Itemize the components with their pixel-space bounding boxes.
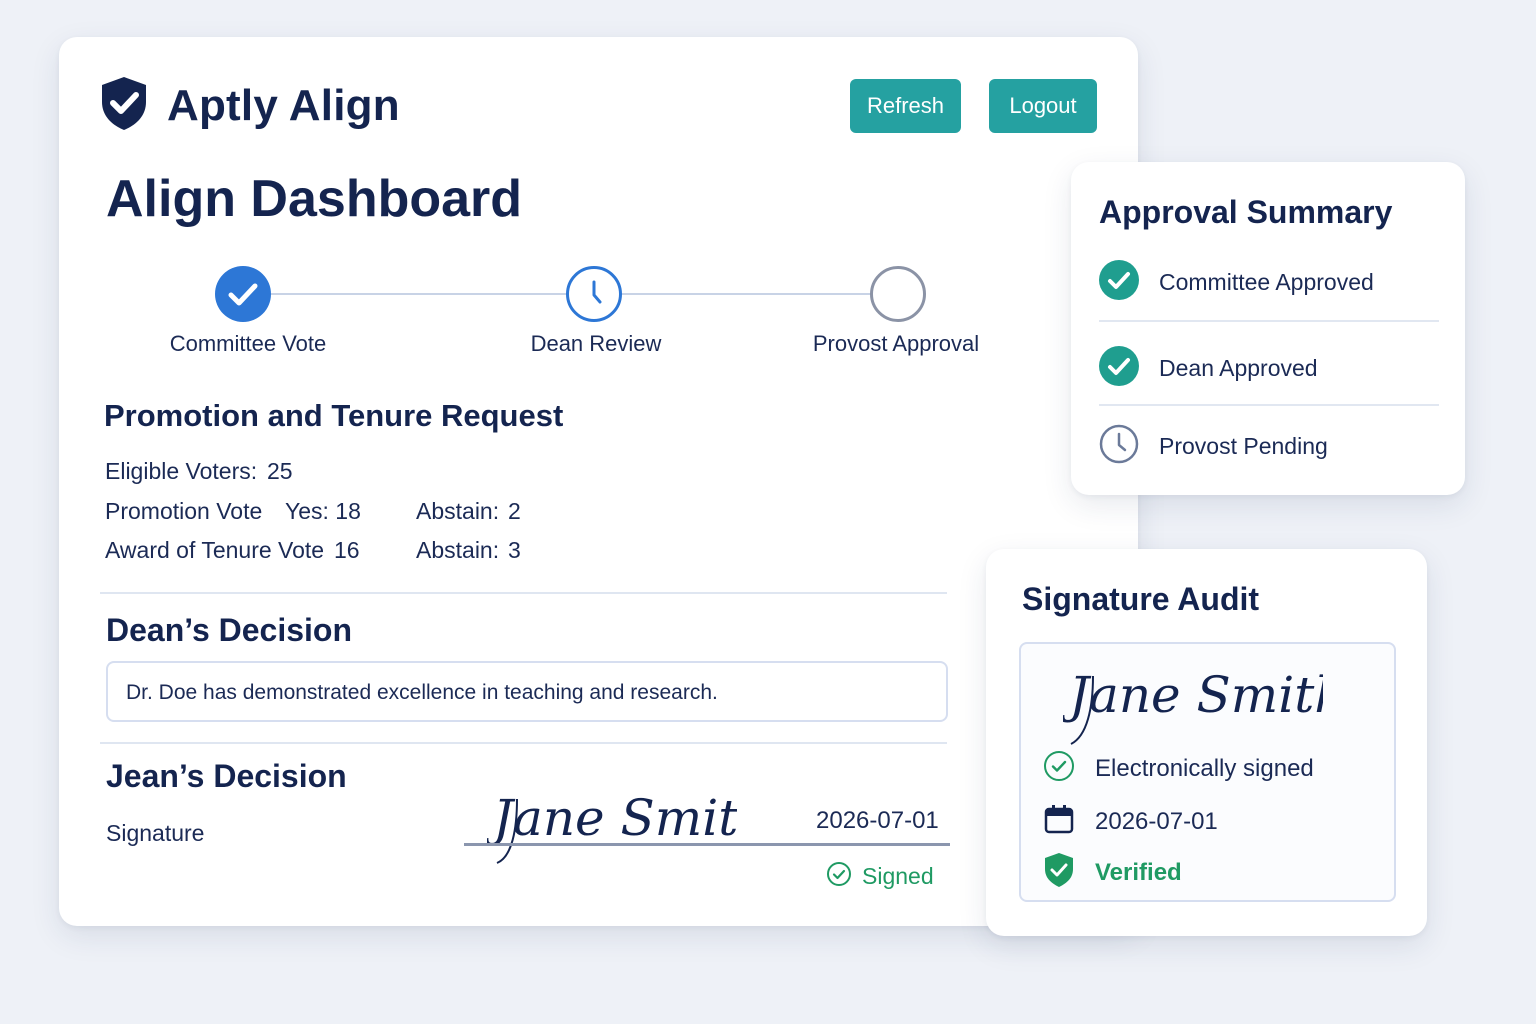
brand: Aptly Align: [99, 75, 400, 136]
jean-decision-title: Jean’s Decision: [106, 758, 347, 794]
signature-text: Jane Smith: [487, 789, 737, 847]
verified-label: Verified: [1095, 858, 1182, 886]
dean-decision-comment[interactable]: Dr. Doe has demonstrated excellence in t…: [106, 661, 948, 722]
audit-handwritten-signature: Jane Smith: [1060, 652, 1347, 757]
audit-signed-row: Electronically signed: [1043, 750, 1314, 787]
signed-status: Signed: [826, 861, 934, 892]
signature-audit-title: Signature Audit: [1022, 581, 1260, 617]
request-title: Promotion and Tenure Request: [104, 398, 564, 433]
step-dean-clock-icon: [566, 266, 622, 322]
divider: [1099, 320, 1439, 322]
tenure-vote-value: 16: [334, 537, 360, 563]
summary-label: Provost Pending: [1159, 433, 1328, 459]
refresh-button[interactable]: Refresh: [850, 79, 961, 133]
stepper-connector: [621, 293, 871, 295]
summary-label: Dean Approved: [1159, 355, 1318, 381]
divider: [1099, 404, 1439, 406]
summary-label: Committee Approved: [1159, 269, 1374, 295]
divider: [100, 742, 947, 744]
step-label-dean: Dean Review: [530, 331, 662, 356]
step-label-provost: Provost Approval: [812, 331, 980, 356]
audit-date-row: 2026-07-01: [1043, 803, 1218, 840]
step-provost-empty-circle-icon: [870, 266, 926, 322]
step-label-committee: Committee Vote: [169, 331, 327, 356]
shield-check-icon: [1043, 852, 1075, 893]
clock-icon: [1099, 424, 1139, 469]
tenure-abstain-value: 3: [508, 537, 521, 563]
summary-item-provost: Provost Pending: [1099, 424, 1328, 469]
tenure-abstain-label: Abstain:: [416, 537, 500, 563]
audit-date: 2026-07-01: [1095, 807, 1218, 835]
page-title: Align Dashboard: [106, 170, 523, 228]
app-name: Aptly Align: [167, 80, 400, 130]
electronically-signed-label: Electronically signed: [1095, 754, 1314, 782]
promotion-vote-label: Promotion Vote: [105, 498, 263, 524]
signature-label: Signature: [106, 820, 205, 846]
promotion-abstain-label: Abstain:: [416, 498, 500, 524]
approval-summary-card: Approval Summary Committee Approved Dean…: [1071, 162, 1465, 495]
summary-item-committee: Committee Approved: [1099, 260, 1374, 305]
shield-check-icon: [99, 75, 149, 136]
divider: [100, 592, 947, 594]
tenure-vote-label: Award of Tenure Vote: [105, 537, 325, 563]
step-committee-check-icon: [215, 266, 271, 322]
handwritten-signature: Jane Smith: [484, 769, 771, 874]
signed-label: Signed: [862, 863, 934, 889]
check-circle-icon: [1099, 346, 1139, 391]
audit-verified-row: Verified: [1043, 852, 1182, 893]
logout-button[interactable]: Logout: [989, 79, 1097, 133]
check-circle-icon: [1043, 750, 1075, 787]
eligible-voters-label: Eligible Voters:: [105, 458, 258, 484]
eligible-voters-value: 25: [267, 458, 293, 484]
signature-line: [464, 843, 950, 846]
check-circle-icon: [1099, 260, 1139, 305]
promotion-abstain-value: 2: [508, 498, 521, 524]
signature-audit-panel: Jane Smith Electronically signed 2026-07…: [1019, 642, 1396, 902]
summary-item-dean: Dean Approved: [1099, 346, 1318, 391]
approval-summary-title: Approval Summary: [1099, 194, 1393, 230]
calendar-icon: [1043, 803, 1075, 840]
signature-date: 2026-07-01: [816, 807, 939, 834]
dean-decision-title: Dean’s Decision: [106, 612, 353, 648]
promotion-yes-value: Yes: 18: [285, 498, 361, 524]
stepper-connector: [271, 293, 569, 295]
audit-signature-text: Jane Smith: [1063, 666, 1323, 724]
check-circle-icon: [826, 861, 852, 892]
dashboard-card: Aptly Align Refresh Logout Align Dashboa…: [59, 37, 1138, 926]
signature-audit-card: Signature Audit Jane Smith Electronicall…: [986, 549, 1427, 936]
